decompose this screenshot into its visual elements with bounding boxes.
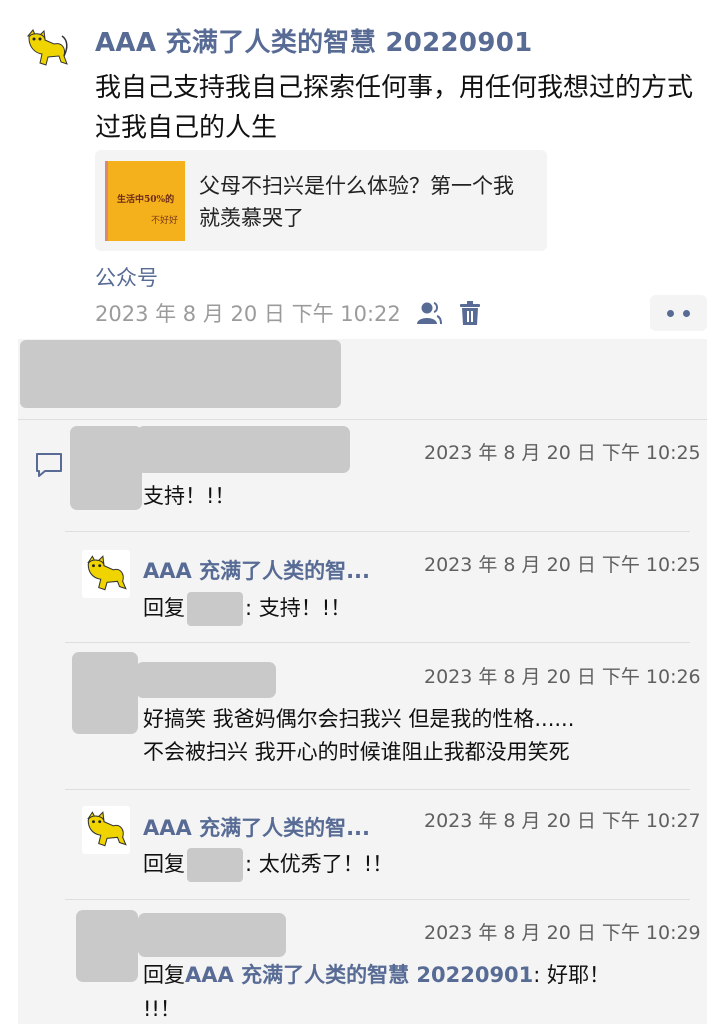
comment-text-line[interactable]: !!！: [143, 992, 181, 1026]
more-dots-icon: [683, 310, 690, 317]
person-icon[interactable]: [416, 300, 442, 326]
likes-redacted: [20, 340, 341, 408]
reply-target-redacted: [187, 848, 243, 882]
commenter-name-redacted[interactable]: [136, 662, 276, 698]
thumbnail-text: 生活中50%的: [117, 195, 175, 205]
commenter-avatar-redacted[interactable]: [72, 652, 138, 734]
commenter-avatar-redacted[interactable]: [70, 426, 142, 510]
comment-bubble-icon: [36, 453, 62, 477]
comment-time: 2023 年 8 月 20 日 下午 10:27: [424, 810, 701, 832]
comment-time: 2023 年 8 月 20 日 下午 10:25: [424, 554, 701, 576]
reply-prefix: 回复: [143, 963, 185, 987]
divider: [65, 531, 690, 532]
reply-author-name[interactable]: AAA 充满了人类的智...: [143, 812, 370, 842]
comment-time: 2023 年 8 月 20 日 下午 10:29: [424, 922, 701, 944]
more-options-button[interactable]: [650, 295, 707, 331]
reply-prefix: 回复: [143, 596, 185, 620]
comment-text[interactable]: 回复 : 支持！!！: [143, 591, 351, 626]
comment-text[interactable]: 回复AAA 充满了人类的智慧 20220901: 好耶！: [143, 958, 610, 992]
post-text: 我自己支持我自己探索任何事，用任何我想过的方式过我自己的人生: [95, 73, 694, 143]
comment-text[interactable]: 回复 : 太优秀了！!！: [143, 847, 393, 882]
comment-text-line[interactable]: 好搞笑 我爸妈偶尔会扫我兴 但是我的性格......: [143, 702, 574, 736]
article-link-card[interactable]: 生活中50%的 不好好 父母不扫兴是什么体验？第一个我就羡慕哭了: [95, 150, 547, 251]
post-author-name[interactable]: AAA 充满了人类的智慧 20220901: [95, 22, 533, 59]
comment-time: 2023 年 8 月 20 日 下午 10:26: [424, 666, 701, 688]
post-source[interactable]: 公众号: [95, 262, 158, 292]
comment-time: 2023 年 8 月 20 日 下午 10:25: [424, 442, 701, 464]
commenter-avatar-redacted[interactable]: [76, 910, 138, 982]
reply-prefix: 回复: [143, 852, 185, 876]
comment-text-line[interactable]: 不会被扫兴 我开心的时候谁阻止我都没用笑死: [143, 735, 570, 769]
cat-avatar-icon[interactable]: [24, 26, 70, 72]
article-title: 父母不扫兴是什么体验？第一个我就羡慕哭了: [199, 174, 514, 230]
more-dots-icon: [667, 310, 674, 317]
thumbnail-text: 不好好: [151, 216, 179, 226]
commenter-name-redacted[interactable]: [137, 426, 350, 473]
divider: [65, 789, 690, 790]
reply-author-name[interactable]: AAA 充满了人类的智...: [143, 555, 370, 585]
trash-icon[interactable]: [459, 300, 481, 326]
comment-text[interactable]: 支持！!！: [143, 479, 235, 513]
reply-body: : 好耶！: [533, 963, 611, 987]
cat-avatar-icon[interactable]: [82, 806, 130, 854]
reply-body: : 支持！!！: [245, 596, 352, 620]
reply-target-link[interactable]: AAA 充满了人类的智慧 20220901: [185, 963, 533, 987]
post-timestamp: 2023 年 8 月 20 日 下午 10:22: [95, 302, 401, 326]
divider: [65, 642, 690, 643]
commenter-name-redacted[interactable]: [138, 913, 286, 957]
divider: [18, 419, 707, 420]
reply-target-redacted: [187, 592, 243, 626]
divider: [65, 899, 690, 900]
cat-avatar-icon[interactable]: [82, 550, 130, 598]
article-thumbnail: 生活中50%的 不好好: [105, 161, 185, 241]
reply-body: : 太优秀了！!！: [245, 852, 394, 876]
